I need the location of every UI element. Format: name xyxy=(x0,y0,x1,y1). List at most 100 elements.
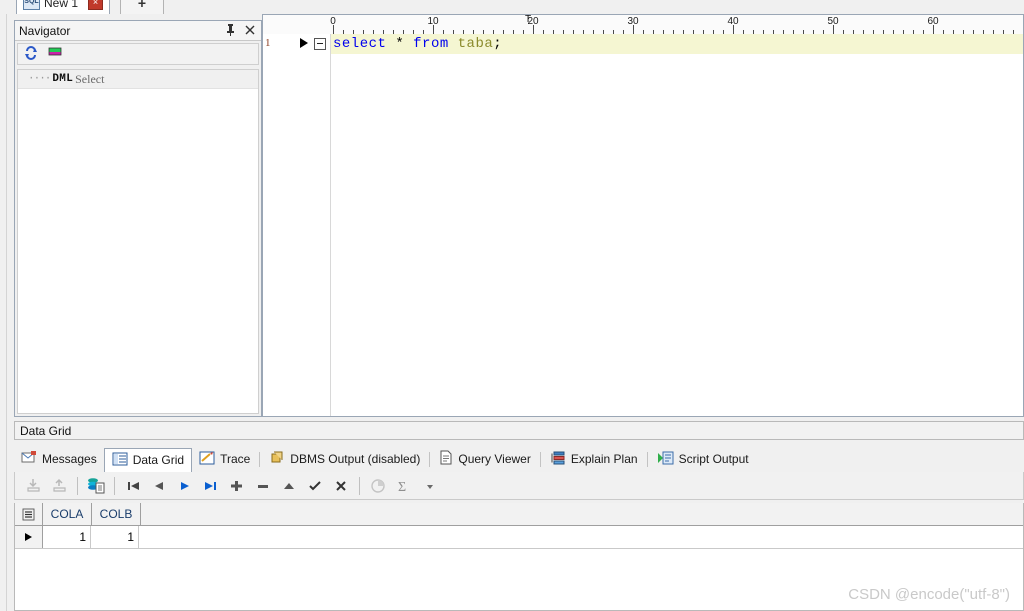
tree-item-group-label: DML xyxy=(52,73,74,85)
results-tab-query-viewer[interactable]: Query Viewer xyxy=(432,447,537,472)
editor-tab-new1[interactable]: SQL New 1 × xyxy=(16,0,111,14)
grid-select-all-icon[interactable] xyxy=(15,503,43,525)
single-record-view-icon[interactable] xyxy=(84,475,108,497)
navigator-tree[interactable]: ···· DML Select xyxy=(17,69,259,414)
tab-separator xyxy=(429,451,431,467)
data-grid-icon xyxy=(112,452,128,469)
code-token-identifier: taba xyxy=(457,36,494,52)
close-icon[interactable] xyxy=(244,23,257,37)
code-token-punctuation: ; xyxy=(493,36,503,52)
script-output-icon xyxy=(657,451,674,468)
first-record-icon[interactable] xyxy=(121,475,145,497)
editor-ruler: 0 10 20 30 40 50 60 T xyxy=(262,14,1024,35)
ruler-label: 0 xyxy=(330,16,336,27)
code-token-operator: * xyxy=(395,36,405,52)
data-grid-toolbar: Σ xyxy=(14,472,1024,500)
import-data-icon xyxy=(21,475,45,497)
object-color-icon[interactable] xyxy=(48,47,62,62)
svg-text:Σ: Σ xyxy=(398,480,406,494)
next-record-icon[interactable] xyxy=(173,475,197,497)
editor-blank-area[interactable] xyxy=(331,54,1024,417)
new-tab-button[interactable]: + xyxy=(120,0,164,14)
code-fold-icon[interactable] xyxy=(314,38,326,50)
editor-tab-label: New 1 xyxy=(44,0,79,10)
close-icon[interactable]: × xyxy=(88,0,104,10)
code-token-keyword: select xyxy=(333,36,387,52)
grid-column-header[interactable]: COLA xyxy=(43,503,92,525)
data-grid-body[interactable]: 11 xyxy=(15,526,1023,549)
toolbar-separator xyxy=(359,476,360,495)
query-viewer-icon xyxy=(439,450,453,468)
revert-record-icon[interactable] xyxy=(277,475,301,497)
tree-connector-icon: ···· xyxy=(28,73,51,85)
navigator-title-bar: Navigator xyxy=(15,21,261,41)
messages-icon xyxy=(21,450,37,468)
last-record-icon[interactable] xyxy=(199,475,223,497)
results-tab-explain-plan[interactable]: Explain Plan xyxy=(543,447,645,472)
navigator-panel: Navigator ···· DML Select xyxy=(14,20,262,417)
navigator-toolbar xyxy=(17,43,259,65)
cancel-edit-icon[interactable] xyxy=(329,475,353,497)
dbms-output-icon xyxy=(269,451,285,468)
chart-icon xyxy=(366,475,390,497)
ruler-label: 10 xyxy=(427,16,439,27)
sql-file-icon: SQL xyxy=(23,0,40,10)
delete-record-icon[interactable] xyxy=(251,475,275,497)
tree-item-dml-select[interactable]: ···· DML Select xyxy=(18,70,258,89)
export-data-icon xyxy=(47,475,71,497)
code-token-keyword: from xyxy=(413,36,449,52)
trace-icon xyxy=(199,451,215,468)
results-tab-data-grid[interactable]: Data Grid xyxy=(103,447,193,473)
row-indicator-icon[interactable] xyxy=(15,526,43,548)
grid-row[interactable]: 11 xyxy=(15,526,1023,549)
results-tab-label: Trace xyxy=(220,452,251,466)
post-record-icon[interactable] xyxy=(303,475,327,497)
results-tab-trace[interactable]: Trace xyxy=(192,447,257,472)
dock-title-bar: Data Grid xyxy=(14,421,1024,440)
results-tab-label: Explain Plan xyxy=(570,452,638,466)
results-tab-script-output[interactable]: Script Output xyxy=(650,447,756,472)
tab-separator xyxy=(539,451,541,467)
explain-plan-icon xyxy=(550,451,566,468)
data-grid-header-row: COLA COLB xyxy=(15,503,1023,526)
grid-cell[interactable]: 1 xyxy=(91,526,139,548)
toad-sql-editor-window: SQL New 1 × + Navigator ···· DML Select … xyxy=(0,0,1024,611)
pin-icon[interactable] xyxy=(224,23,237,37)
grid-column-header[interactable]: COLB xyxy=(92,503,141,525)
ruler-label: 30 xyxy=(627,16,639,27)
results-tab-label: Messages xyxy=(42,452,97,466)
results-tab-bar[interactable]: Messages Data Grid Trace DBMS Output (disab… xyxy=(14,446,1024,473)
line-number: 1 xyxy=(265,37,271,49)
sql-code-text: select * from taba; xyxy=(333,36,502,52)
results-tab-dbms-output-disabled[interactable]: DBMS Output (disabled) xyxy=(262,447,427,472)
editor-current-line[interactable]: select * from taba; xyxy=(331,34,1024,54)
refresh-icon[interactable] xyxy=(24,45,38,63)
dropdown-arrow-icon[interactable] xyxy=(418,475,442,497)
previous-record-icon[interactable] xyxy=(147,475,171,497)
tab-separator xyxy=(259,451,261,467)
results-dock: Data Grid Messages Data Grid Trace DBMS Out… xyxy=(14,421,1024,611)
grid-cell[interactable]: 1 xyxy=(43,526,91,548)
results-tab-messages[interactable]: Messages xyxy=(14,447,104,472)
results-tab-label: Data Grid xyxy=(132,453,185,467)
toolbar-separator xyxy=(114,476,115,495)
editor-tab-strip: SQL New 1 × + xyxy=(0,0,1024,14)
dock-title: Data Grid xyxy=(20,423,72,438)
navigator-title: Navigator xyxy=(19,23,71,38)
ruler-tab-marker: T xyxy=(525,14,532,25)
results-tab-label: Script Output xyxy=(678,452,749,466)
insert-record-icon[interactable] xyxy=(225,475,249,497)
left-rail xyxy=(0,0,7,611)
tree-item-label: Select xyxy=(75,71,105,86)
ruler-label: 40 xyxy=(727,16,739,27)
sum-sigma-icon[interactable]: Σ xyxy=(392,475,416,497)
sql-editor[interactable]: 0 10 20 30 40 50 60 T 1 select * from taba; xyxy=(262,14,1024,417)
results-tab-label: Query Viewer xyxy=(458,452,531,466)
results-tab-label: DBMS Output (disabled) xyxy=(290,452,421,466)
editor-gutter[interactable]: 1 xyxy=(262,34,331,417)
watermark-text: CSDN @encode("utf-8") xyxy=(848,586,1010,603)
ruler-label: 60 xyxy=(927,16,939,27)
